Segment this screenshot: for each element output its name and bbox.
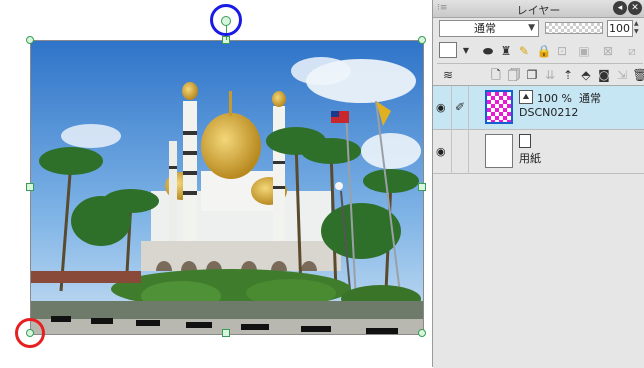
pen-icon: ✐	[455, 100, 466, 114]
photo-image[interactable]	[30, 40, 424, 335]
layer-toolbar-bottom: ≋ 🗋 🗍 ❐ ⇊ ⇡ ⬘ ◙ ⇲ 🗑	[437, 63, 644, 85]
mask-enable-icon[interactable]: ▣	[575, 42, 593, 60]
lock-icon[interactable]: 🔒	[535, 42, 553, 60]
color-dropdown-icon[interactable]: ▼	[457, 42, 475, 60]
layer-name: 用紙	[519, 152, 541, 165]
blend-mode-value: 通常	[474, 22, 496, 35]
handle-top-right[interactable]	[418, 36, 426, 44]
layer-name: DSCN0212	[519, 106, 579, 119]
opacity-slider[interactable]	[545, 22, 603, 34]
dropdown-arrow-icon: ▼	[528, 23, 535, 33]
minimize-icon[interactable]: ◂	[613, 1, 627, 15]
layer-list: ◉ ✐ ⛰ 100 % 通常 DSCN0212 ◉ 用紙	[433, 85, 644, 368]
new-folder-icon[interactable]: ❐	[523, 66, 541, 84]
layer-thumbnail	[485, 134, 513, 168]
layer-opacity: 100 %	[537, 92, 572, 105]
layer-blend: 通常	[578, 92, 601, 105]
mosque-photo	[31, 41, 423, 334]
handle-top-left[interactable]	[26, 36, 34, 44]
layer-color-swatch[interactable]	[439, 42, 457, 58]
layer-panel: ⁝≡ レイヤー ◂ ✕ 通常 ▼ 100 ▲ ▼ ▼ ⬬ ♜ ✎ 🔒 ⊡ ▣ ⊠ …	[432, 0, 644, 368]
create-mask-icon[interactable]: ◙	[595, 66, 613, 84]
merge-icon[interactable]: ⬘	[577, 66, 595, 84]
image-layer-icon: ⛰	[519, 90, 533, 104]
clipping-icon[interactable]: ⬬	[479, 42, 497, 60]
visibility-cell[interactable]: ◉	[433, 130, 452, 174]
layer-thumbnail	[485, 90, 513, 124]
reference-layer-icon[interactable]: ♜	[497, 42, 515, 60]
opacity-input[interactable]: 100	[607, 20, 633, 37]
canvas-area[interactable]	[0, 0, 432, 367]
combine-layers-icon[interactable]: ⇡	[559, 66, 577, 84]
apply-mask-icon[interactable]: ⇲	[613, 66, 631, 84]
layer-row-paper[interactable]: ◉ 用紙	[433, 130, 644, 174]
visibility-cell[interactable]: ◉	[433, 86, 452, 130]
handle-middle-left[interactable]	[26, 183, 34, 191]
layer-panel-titlebar[interactable]: ⁝≡ レイヤー ◂ ✕	[433, 0, 644, 18]
draft-layer-icon[interactable]: ✎	[515, 42, 533, 60]
show-ruler-icon[interactable]: ⧄	[623, 42, 641, 60]
lock-transparent-icon[interactable]: ⊡	[553, 42, 571, 60]
blend-mode-select[interactable]: 通常 ▼	[439, 20, 539, 37]
edit-target-cell[interactable]	[452, 130, 469, 174]
transfer-down-icon[interactable]: ⇊	[541, 66, 559, 84]
layer-stack-icon[interactable]: ≋	[439, 66, 457, 84]
new-raster-layer-icon[interactable]: 🗋	[487, 66, 505, 84]
edit-target-cell[interactable]: ✐	[452, 86, 469, 130]
layer-toolbar-top: ▼ ⬬ ♜ ✎ 🔒 ⊡ ▣ ⊠ ⧄	[437, 40, 643, 62]
eye-icon[interactable]: ◉	[436, 145, 446, 158]
layer-opacity-blend: 100 % 通常	[537, 90, 601, 106]
ruler-range-icon[interactable]: ⊠	[599, 42, 617, 60]
trash-icon[interactable]: 🗑	[631, 66, 644, 84]
rotation-highlight-circle	[210, 4, 242, 36]
handle-middle-right[interactable]	[418, 183, 426, 191]
blend-opacity-row: 通常 ▼ 100 ▲ ▼	[439, 20, 641, 38]
handle-bottom-right[interactable]	[418, 329, 426, 337]
anchor-highlight-circle	[15, 318, 45, 348]
eye-icon[interactable]: ◉	[436, 101, 446, 114]
opacity-spinner[interactable]: ▲ ▼	[634, 20, 642, 37]
close-icon[interactable]: ✕	[628, 1, 642, 15]
handle-bottom-center[interactable]	[222, 329, 230, 337]
layer-row-image[interactable]: ◉ ✐ ⛰ 100 % 通常 DSCN0212	[433, 86, 644, 130]
new-vector-layer-icon[interactable]: 🗍	[505, 66, 523, 84]
paper-layer-icon	[519, 134, 531, 148]
